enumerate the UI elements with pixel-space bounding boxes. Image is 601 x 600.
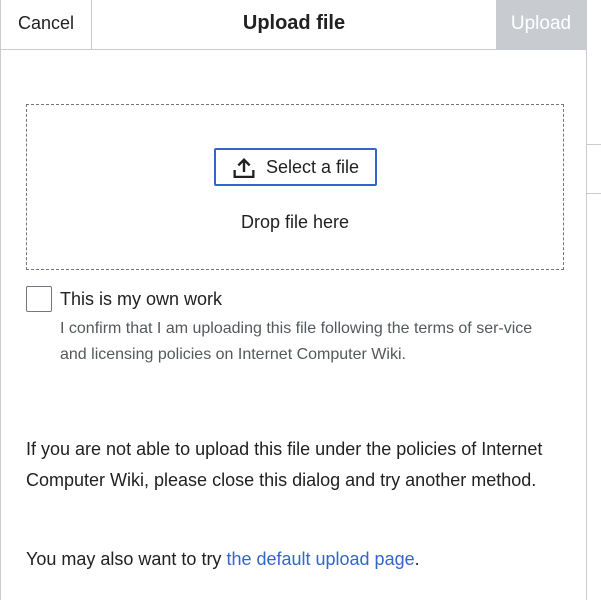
- cancel-button[interactable]: Cancel: [1, 0, 92, 49]
- background-panel-edge: [587, 144, 601, 194]
- own-work-label[interactable]: This is my own work: [60, 289, 222, 310]
- own-work-checkbox[interactable]: [26, 286, 52, 312]
- policy-notice: If you are not able to upload this file …: [26, 439, 543, 490]
- default-upload-page-link[interactable]: the default upload page: [226, 549, 414, 569]
- upload-icon: [233, 158, 255, 178]
- dialog-header: Cancel Upload file Upload: [1, 0, 586, 50]
- alternative-upload-prefix: You may also want to try: [26, 549, 227, 569]
- upload-dialog: Cancel Upload file Upload Select a file …: [0, 0, 587, 600]
- select-file-label: Select a file: [266, 157, 360, 177]
- select-file-button[interactable]: Select a file: [214, 148, 377, 186]
- upload-button[interactable]: Upload: [496, 0, 586, 49]
- own-work-help-text: I confirm that I am uploading this file …: [60, 320, 533, 363]
- dialog-title: Upload file: [242, 12, 346, 34]
- drop-file-hint: Drop file here: [240, 212, 350, 232]
- alternative-upload-suffix: .: [414, 549, 420, 569]
- file-dropzone[interactable]: Select a file Drop file here: [26, 104, 564, 270]
- alternative-upload-notice: You may also want to try the default upl…: [26, 545, 566, 573]
